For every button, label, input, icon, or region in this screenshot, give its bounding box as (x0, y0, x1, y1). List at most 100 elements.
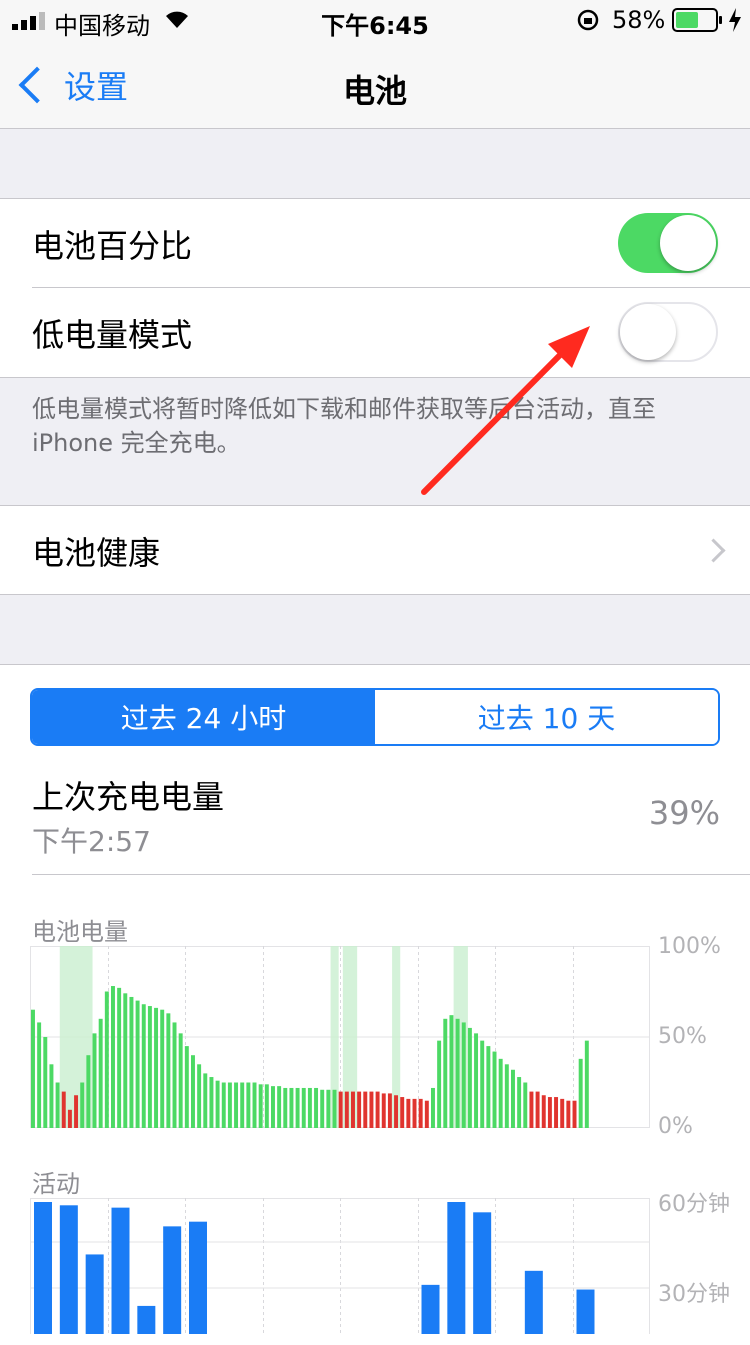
battery-level-bar (560, 1098, 565, 1128)
battery-level-bar (418, 1098, 423, 1128)
battery-level-bar (338, 1091, 343, 1128)
battery-level-bar (135, 1000, 140, 1128)
battery-level-bar (104, 991, 109, 1128)
activity-ytick-60: 60分钟 (658, 1192, 730, 1217)
battery-level-bar (31, 1009, 35, 1128)
row-separator (32, 874, 750, 875)
activity-bar (34, 1202, 52, 1334)
battery-level-bar (517, 1077, 522, 1128)
last-charge-label: 上次充电电量 (32, 778, 225, 816)
low-power-row: 低电量模式 (0, 288, 750, 376)
battery-level-bar (326, 1089, 331, 1128)
battery-level-bar (147, 1006, 152, 1128)
low-power-footnote: 低电量模式将暂时降低如下载和邮件获取等后台活动，直至 iPhone 完全充电。 (32, 395, 656, 457)
battery-level-bar (111, 986, 115, 1128)
battery-level-bar (406, 1098, 411, 1128)
battery-level-bar (160, 1009, 165, 1128)
battery-level-bar (227, 1082, 232, 1128)
battery-level-bar (320, 1089, 325, 1128)
activity-bar (576, 1289, 595, 1334)
activity-ytick-30: 30分钟 (658, 1282, 730, 1307)
status-bar: 中国移动 下午6:45 58% (0, 0, 750, 40)
settings-group-toggles: 电池百分比 低电量模式 (0, 198, 750, 378)
battery-level-bar (449, 1015, 454, 1128)
toggle-knob (620, 304, 676, 360)
battery-level-bar (443, 1018, 448, 1128)
battery-level-bar (474, 1033, 479, 1128)
battery-level-bar (566, 1100, 571, 1128)
battery-level-bar (86, 1055, 91, 1128)
battery-level-bar (74, 1095, 79, 1128)
activity-bar (85, 1254, 104, 1334)
battery-level-bar (184, 1046, 189, 1128)
chevron-right-icon (701, 538, 726, 563)
battery-level-bar (467, 1027, 472, 1128)
battery-level-bar (369, 1091, 374, 1128)
battery-ytick-100: 100% (658, 934, 721, 959)
battery-level-bar (554, 1097, 559, 1128)
activity-bar (473, 1212, 492, 1334)
battery-percentage-toggle[interactable] (618, 213, 718, 273)
tab-last-24-hours[interactable]: 过去 24 小时 (32, 690, 375, 744)
battery-level-bar (387, 1093, 392, 1128)
battery-level-bar (584, 1040, 589, 1128)
battery-percent-label: 58% (612, 6, 666, 34)
battery-level-bar (486, 1046, 491, 1128)
battery-level-bar (295, 1087, 300, 1128)
battery-level-bar (203, 1073, 208, 1128)
battery-level-chart-label: 电池电量 (32, 918, 128, 946)
battery-level-bar (547, 1097, 552, 1128)
battery-level-bar (117, 987, 122, 1128)
battery-level-bar (424, 1100, 429, 1128)
battery-level-bar (67, 1109, 72, 1128)
activity-bar (59, 1205, 78, 1334)
activity-bar (421, 1284, 440, 1334)
battery-level-bar (209, 1077, 214, 1128)
battery-level-bar (197, 1064, 202, 1128)
battery-level-bar (301, 1087, 306, 1128)
battery-health-label: 电池健康 (32, 534, 161, 572)
battery-level-bar (221, 1082, 226, 1128)
battery-fill (676, 12, 699, 28)
battery-level-bar (437, 1040, 442, 1128)
battery-level-bar (381, 1093, 386, 1128)
battery-health-row[interactable]: 电池健康 (0, 505, 750, 595)
battery-level-bar (461, 1022, 466, 1128)
battery-level-bar (264, 1084, 269, 1128)
battery-level-bar (412, 1098, 417, 1128)
battery-level-bar (511, 1069, 515, 1128)
activity-chart (30, 1198, 650, 1334)
battery-level-bar (541, 1095, 546, 1128)
battery-level-bar (166, 1013, 171, 1128)
battery-level-bar (55, 1082, 60, 1128)
rotation-lock-icon (576, 8, 600, 36)
activity-bar (111, 1207, 130, 1334)
activity-bar (447, 1202, 466, 1334)
battery-level-bar (572, 1100, 577, 1128)
battery-level-bar (178, 1033, 183, 1128)
battery-level-bar (43, 1037, 48, 1128)
low-power-toggle[interactable] (618, 302, 718, 362)
battery-level-bar (480, 1040, 485, 1128)
battery-level-bar (49, 1064, 54, 1128)
battery-level-bar (215, 1080, 220, 1128)
activity-chart-label: 活动 (32, 1170, 80, 1198)
battery-level-bar (80, 1082, 85, 1128)
page-title: 电池 (342, 72, 407, 110)
battery-level-bar (332, 1089, 337, 1128)
battery-level-bar (240, 1082, 245, 1128)
battery-icon (672, 8, 724, 32)
tab-last-10-days[interactable]: 过去 10 天 (375, 690, 718, 744)
charging-bolt-icon (728, 8, 742, 36)
battery-level-bar (92, 1033, 97, 1128)
toggle-knob (660, 215, 716, 271)
activity-bar (137, 1305, 156, 1334)
time-range-segmented-control[interactable]: 过去 24 小时 过去 10 天 (30, 688, 720, 746)
battery-level-bar (344, 1091, 349, 1128)
activity-bar (189, 1221, 207, 1334)
battery-level-bar (172, 1022, 177, 1128)
battery-level-bar (258, 1084, 263, 1128)
battery-level-bar (123, 993, 128, 1128)
battery-level-bar (307, 1087, 312, 1128)
battery-level-bar (431, 1087, 435, 1128)
